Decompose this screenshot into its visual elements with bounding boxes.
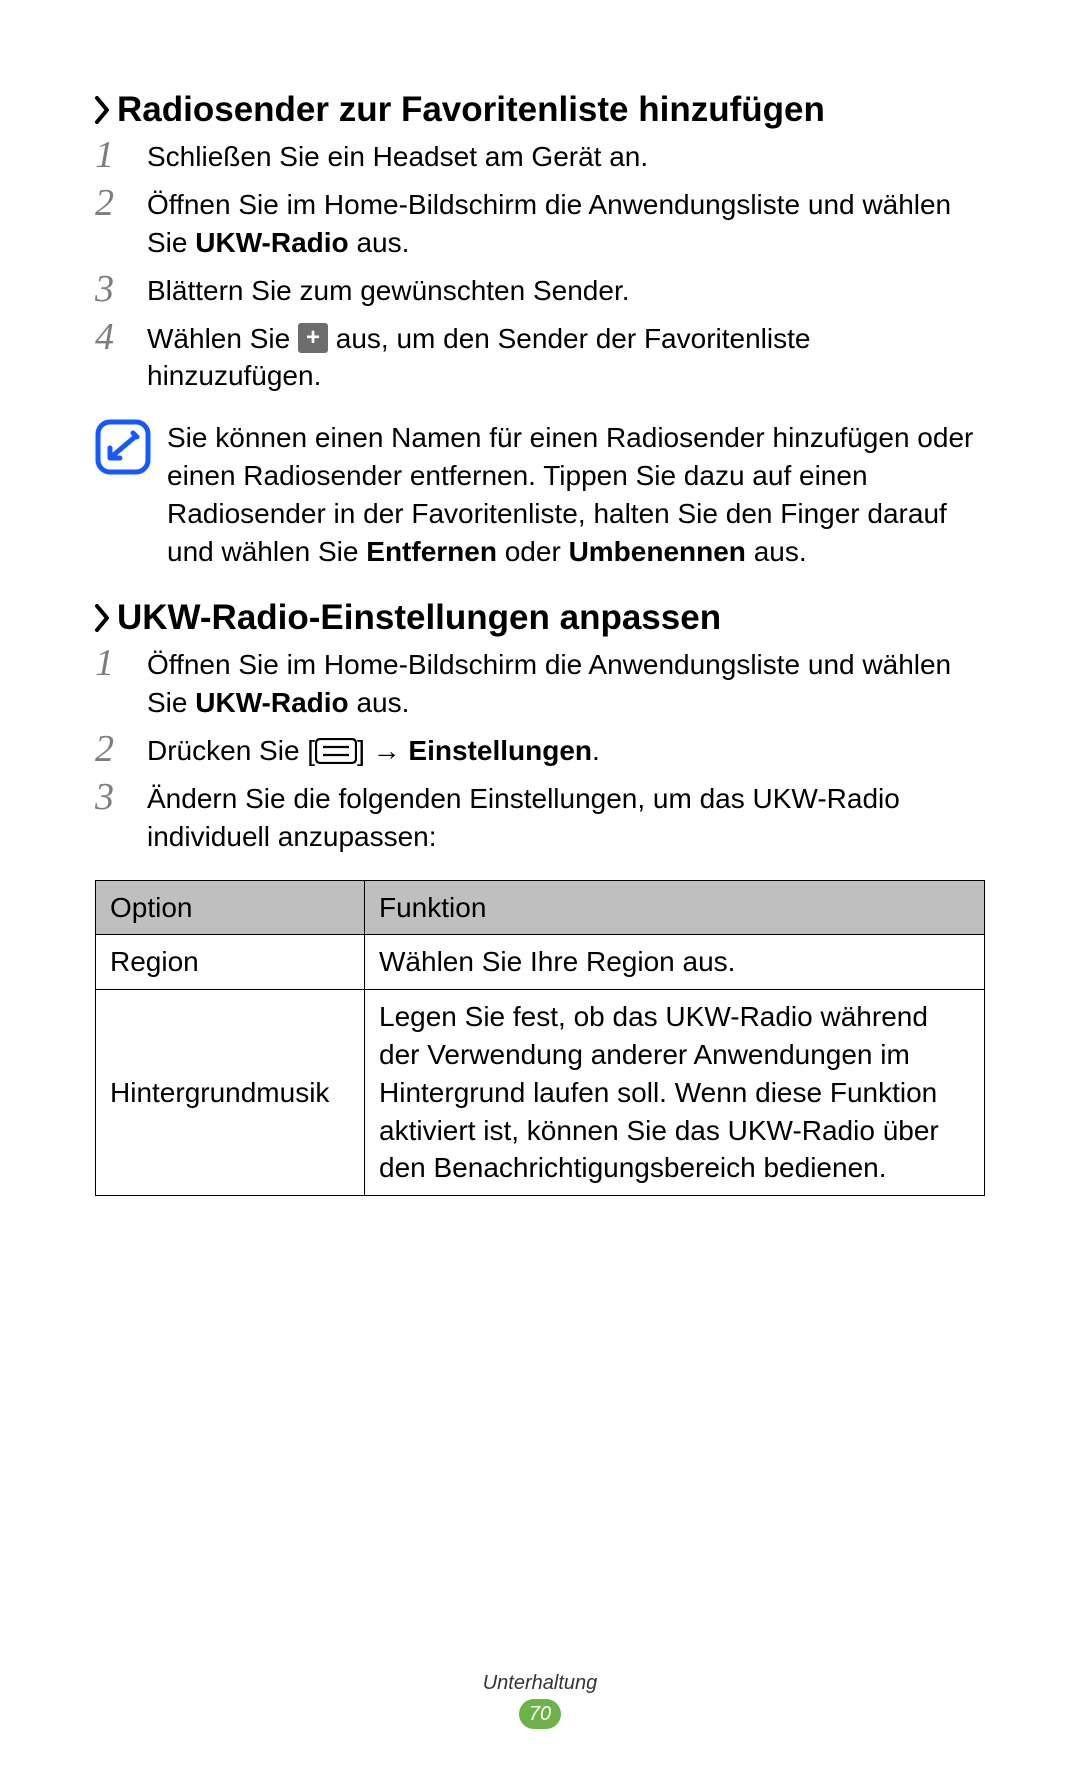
page-footer: Unterhaltung 70	[0, 1672, 1080, 1729]
step-text: Drücken Sie [ ] → Einstellungen.	[147, 732, 985, 770]
step-item: Schließen Sie ein Headset am Gerät an.	[95, 138, 985, 176]
note-icon	[95, 419, 151, 475]
heading-settings: UKW-Radio-Einstellungen anpassen	[95, 598, 985, 638]
td-option: Hintergrundmusik	[96, 990, 365, 1196]
step-text: Öffnen Sie im Home-Bildschirm die Anwend…	[147, 646, 985, 722]
steps-list-1: Schließen Sie ein Headset am Gerät an. Ö…	[95, 138, 985, 395]
table-row: Hintergrundmusik Legen Sie fest, ob das …	[96, 990, 985, 1196]
step-text: Öffnen Sie im Home-Bildschirm die Anwend…	[147, 186, 985, 262]
chevron-right-icon	[95, 604, 111, 632]
step-text: Schließen Sie ein Headset am Gerät an.	[147, 138, 985, 176]
note-block: Sie können einen Namen für einen Radiose…	[95, 419, 985, 570]
table-row: Region Wählen Sie Ihre Region aus.	[96, 935, 985, 990]
heading-text: Radiosender zur Favoritenliste hinzufüge…	[117, 90, 825, 130]
step-item: Öffnen Sie im Home-Bildschirm die Anwend…	[95, 646, 985, 722]
step-text: Wählen Sie + aus, um den Sender der Favo…	[147, 320, 985, 396]
manual-page: Radiosender zur Favoritenliste hinzufüge…	[0, 0, 1080, 1771]
th-function: Funktion	[365, 880, 985, 935]
td-function: Wählen Sie Ihre Region aus.	[365, 935, 985, 990]
step-text: Blättern Sie zum gewünschten Sender.	[147, 272, 985, 310]
step-item: Öffnen Sie im Home-Bildschirm die Anwend…	[95, 186, 985, 262]
chevron-right-icon	[95, 96, 111, 124]
step-item: Ändern Sie die folgenden Einstellungen, …	[95, 780, 985, 856]
heading-text: UKW-Radio-Einstellungen anpassen	[117, 598, 721, 638]
td-function: Legen Sie fest, ob das UKW-Radio während…	[365, 990, 985, 1196]
step-item: Wählen Sie + aus, um den Sender der Favo…	[95, 320, 985, 396]
menu-icon	[315, 738, 357, 764]
note-text: Sie können einen Namen für einen Radiose…	[167, 419, 985, 570]
step-item: Blättern Sie zum gewünschten Sender.	[95, 272, 985, 310]
step-text: Ändern Sie die folgenden Einstellungen, …	[147, 780, 985, 856]
heading-add-favorite: Radiosender zur Favoritenliste hinzufüge…	[95, 90, 985, 130]
plus-icon: +	[298, 323, 328, 353]
th-option: Option	[96, 880, 365, 935]
table-header-row: Option Funktion	[96, 880, 985, 935]
td-option: Region	[96, 935, 365, 990]
steps-list-2: Öffnen Sie im Home-Bildschirm die Anwend…	[95, 646, 985, 855]
page-number: 70	[519, 1699, 561, 1729]
step-item: Drücken Sie [ ] → Einstellungen.	[95, 732, 985, 770]
settings-table: Option Funktion Region Wählen Sie Ihre R…	[95, 880, 985, 1197]
footer-section-label: Unterhaltung	[0, 1672, 1080, 1695]
